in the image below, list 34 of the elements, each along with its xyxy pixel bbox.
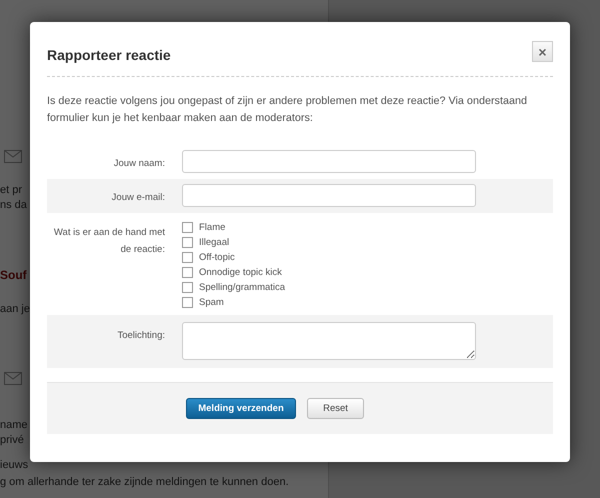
checkbox[interactable] — [182, 267, 193, 278]
checkbox[interactable] — [182, 237, 193, 248]
submit-button[interactable]: Melding verzenden — [186, 398, 296, 419]
article-heading: Souf — [0, 268, 27, 282]
name-field[interactable] — [182, 150, 476, 173]
field-label: Jouw e-mail: — [110, 191, 165, 205]
text-fragment: privé — [0, 433, 24, 448]
checkbox[interactable] — [182, 222, 193, 233]
checkbox-label[interactable]: Spelling/grammatica — [199, 282, 286, 293]
text-fragment: name — [0, 418, 28, 433]
envelope-icon — [4, 372, 22, 385]
reset-button[interactable]: Reset — [307, 398, 364, 419]
text-fragment: ns da — [0, 198, 27, 213]
comment-field[interactable] — [182, 322, 476, 360]
checkbox[interactable] — [182, 297, 193, 308]
text-fragment: aan je — [0, 302, 30, 317]
dialog-title: Rapporteer reactie — [47, 47, 171, 63]
checkbox-label[interactable]: Spam — [199, 297, 224, 308]
checkbox[interactable] — [182, 252, 193, 263]
checkbox[interactable] — [182, 282, 193, 293]
text-fragment: ieuws — [0, 458, 28, 473]
body-text: g om allerhande ter zake zijnde meldingen te kunnen doen. — [0, 475, 290, 490]
field-label: Toelichting: — [116, 329, 165, 343]
checkbox-label[interactable]: Off-topic — [199, 252, 235, 263]
email-field[interactable] — [182, 184, 476, 207]
text-fragment: et pr — [0, 183, 22, 198]
checkbox-label[interactable]: Illegaal — [199, 237, 230, 248]
envelope-icon — [4, 150, 22, 163]
intro-text: Is deze reactie volgens jou ongepast of zijn er andere problemen met deze reactie? Via onderstaand formulier kun je het kenbaar maken aan de moderators: — [47, 94, 528, 126]
checkbox-label[interactable]: Onnodige topic kick — [199, 267, 282, 278]
checkbox-label[interactable]: Flame — [199, 222, 226, 233]
close-button[interactable]: × — [532, 41, 553, 62]
field-label: Jouw naam: — [112, 157, 165, 171]
field-label: Wat is er aan de hand met de reactie: — [52, 226, 165, 257]
